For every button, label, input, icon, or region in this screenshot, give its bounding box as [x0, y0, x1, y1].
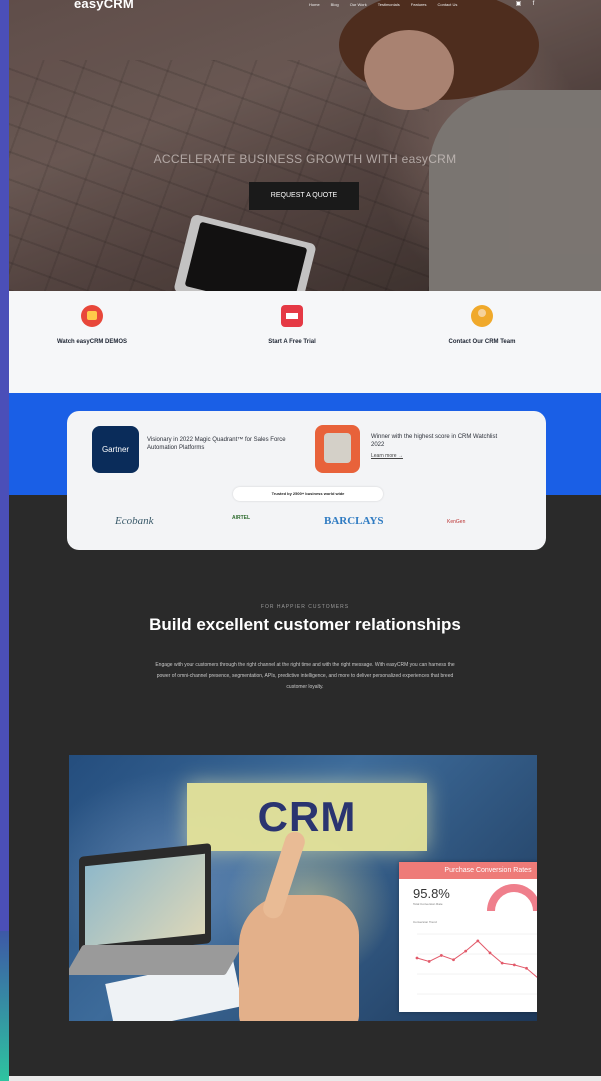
nav-link-features[interactable]: Features [411, 2, 427, 7]
client-logo-airtel: AIRTEL [232, 515, 251, 521]
laptop-base [69, 945, 243, 975]
bottom-strip [9, 1076, 601, 1081]
nav-link-contact[interactable]: Contact Us [438, 2, 458, 7]
site-logo[interactable]: easyCRM [74, 0, 134, 11]
client-logos: Ecobank AIRTEL BARCLAYS KenGen [67, 507, 546, 543]
chart-point [512, 963, 516, 967]
section-eyebrow: FOR HAPPIER CUSTOMERS [260, 604, 350, 610]
hero-heading: ACCELERATE BUSINESS GROWTH WITH easyCRM [153, 152, 457, 166]
chart-point [439, 954, 443, 957]
nav-link-testimonials[interactable]: Testimonials [378, 2, 400, 7]
top-nav: easyCRM Home Blog Our Work Testimonials … [9, 0, 601, 14]
dashboard-line-chart [415, 933, 537, 995]
chart-point [525, 966, 528, 970]
laptop-map [85, 853, 205, 947]
section-paragraph: Engage with your customers through the r… [155, 662, 455, 690]
gartner-award-text: Visionary in 2022 Magic Quadrant™ for Sa… [147, 437, 286, 451]
client-logo-barclays: BARCLAYS [324, 515, 384, 527]
nav-links: Home Blog Our Work Testimonials Features… [309, 2, 457, 7]
chart-point [500, 961, 504, 965]
feature-contact-team[interactable]: Contact Our CRM Team [407, 305, 557, 345]
dashboard-caption: Conversion Trend [413, 920, 437, 924]
nav-link-our-work[interactable]: Our Work [350, 2, 367, 7]
feature-label: Contact Our CRM Team [448, 339, 516, 345]
dashboard-value: 95.8% [413, 886, 450, 901]
page: easyCRM Home Blog Our Work Testimonials … [9, 0, 601, 1081]
features-row: Watch easyCRM DEMOS Start A Free Trial C… [9, 291, 601, 393]
chart-point [427, 960, 431, 963]
feature-watch-demos[interactable]: Watch easyCRM DEMOS [17, 305, 167, 345]
chart-point [488, 951, 492, 955]
support-icon [471, 305, 493, 327]
crm-illustration: CRM Purchase Conversion Rates 95.8% Tota… [69, 755, 537, 1021]
crm-award: Winner with the highest score in CRM Wat… [371, 433, 511, 460]
dashboard-title: Purchase Conversion Rates [399, 862, 537, 879]
section-headline: Build excellent customer relationships [149, 615, 461, 634]
learn-more-link[interactable]: Learn more → [371, 452, 511, 460]
twitter-icon[interactable]: ▣ [515, 1, 522, 8]
feature-free-trial[interactable]: Start A Free Trial [217, 305, 367, 345]
nav-link-blog[interactable]: Blog [331, 2, 339, 7]
dashboard-subtitle: Total Conversion Rate [413, 902, 443, 906]
chart-point [464, 949, 468, 953]
crm-word: CRM [257, 793, 357, 840]
gartner-badge: Gartner [92, 426, 139, 473]
chart-point [415, 956, 419, 960]
feature-label: Start A Free Trial [268, 339, 316, 345]
client-logo-kengen: KenGen [447, 519, 466, 525]
chart-point [452, 958, 455, 962]
request-quote-button[interactable]: REQUEST A QUOTE [249, 182, 359, 210]
window-frame-accent [0, 931, 9, 1081]
chart-series-line [416, 940, 537, 978]
chart-point [476, 939, 480, 943]
window-frame-left [0, 0, 9, 1081]
demo-icon [81, 305, 103, 327]
dashboard-panel: Purchase Conversion Rates 95.8% Total Co… [399, 862, 537, 1012]
hero-section: easyCRM Home Blog Our Work Testimonials … [9, 0, 601, 291]
facebook-icon[interactable]: f [530, 1, 537, 8]
dashboard-gauge [487, 884, 537, 911]
trusted-badge: Trusted by 2500+ business world wide [233, 487, 383, 501]
client-logo-ecobank: Ecobank [115, 515, 154, 527]
crm-award-text: Winner with the highest score in CRM Wat… [371, 434, 498, 448]
nav-link-home[interactable]: Home [309, 2, 320, 7]
feature-label: Watch easyCRM DEMOS [56, 339, 128, 345]
awards-card: Gartner Visionary in 2022 Magic Quadrant… [67, 411, 546, 550]
crm-watchlist-badge [315, 425, 360, 473]
trial-icon [281, 305, 303, 327]
hand [239, 895, 359, 1021]
hero-overlay [9, 0, 601, 291]
